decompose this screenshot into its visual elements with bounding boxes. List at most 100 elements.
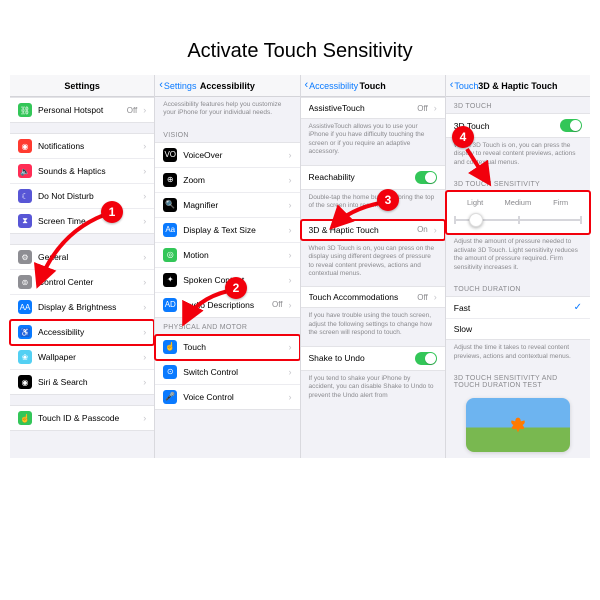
row-assistivetouch[interactable]: AssistiveTouchOff› bbox=[301, 98, 445, 118]
row-label: Wallpaper bbox=[38, 352, 137, 362]
panel-touch: ‹Accessibility Touch AssistiveTouchOff› … bbox=[300, 75, 445, 458]
row-label: Do Not Disturb bbox=[38, 191, 137, 201]
row-siri-search[interactable]: ◉Siri & Search› bbox=[10, 370, 154, 394]
check-icon: ✓ bbox=[574, 302, 582, 313]
row-display-brightness[interactable]: AADisplay & Brightness› bbox=[10, 295, 154, 320]
row-wallpaper[interactable]: ❀Wallpaper› bbox=[10, 345, 154, 370]
section-sensitivity: 3D TOUCH SENSITIVITY bbox=[446, 175, 590, 191]
row-voiceover[interactable]: VOVoiceOver› bbox=[155, 143, 299, 168]
row-personal-hotspot[interactable]: ⛓Personal HotspotOff› bbox=[10, 98, 154, 122]
chevron-right-icon: › bbox=[434, 225, 437, 235]
row-label: Audio Descriptions bbox=[183, 300, 266, 310]
chevron-right-icon: › bbox=[289, 342, 292, 352]
row-do-not-disturb[interactable]: ☾Do Not Disturb› bbox=[10, 184, 154, 209]
row-display-text-size[interactable]: AaDisplay & Text Size› bbox=[155, 218, 299, 243]
row-touch-id-passcode[interactable]: ☝Touch ID & Passcode› bbox=[10, 406, 154, 430]
row-value: Off bbox=[127, 106, 138, 115]
toggle-shake[interactable] bbox=[415, 352, 437, 365]
row-duration-slow[interactable]: Slow bbox=[446, 319, 590, 339]
row-reachability[interactable]: Reachability bbox=[301, 166, 445, 189]
app-icon: ⊚ bbox=[18, 275, 32, 289]
chevron-right-icon: › bbox=[143, 166, 146, 176]
app-icon: ☝ bbox=[163, 340, 177, 354]
chevron-right-icon: › bbox=[434, 292, 437, 302]
row-notifications[interactable]: ◉Notifications› bbox=[10, 134, 154, 159]
sensitivity-slider[interactable] bbox=[454, 213, 582, 227]
chevron-right-icon: › bbox=[289, 300, 292, 310]
row-label: Sounds & Haptics bbox=[38, 166, 137, 176]
back-to-settings[interactable]: ‹Settings bbox=[159, 80, 196, 91]
row-label: General bbox=[38, 252, 137, 262]
row-shake-to-undo[interactable]: Shake to Undo bbox=[301, 347, 445, 370]
row-label: VoiceOver bbox=[183, 150, 282, 160]
app-icon: ◉ bbox=[18, 139, 32, 153]
row-label: Display & Text Size bbox=[183, 225, 282, 235]
chevron-left-icon: ‹ bbox=[305, 80, 309, 91]
accessibility-lead: Accessibility features help you customiz… bbox=[155, 97, 299, 126]
app-icon: ◉ bbox=[18, 375, 32, 389]
row-label: Accessibility bbox=[38, 327, 137, 337]
row-sounds-haptics[interactable]: 🔈 Sounds & Haptics › bbox=[10, 159, 154, 184]
row-zoom[interactable]: ⊕Zoom› bbox=[155, 168, 299, 193]
section-motor: PHYSICAL AND MOTOR bbox=[155, 318, 299, 334]
row-accessibility[interactable]: ♿Accessibility› bbox=[10, 320, 154, 345]
accommodations-desc: If you have trouble using the touch scre… bbox=[301, 308, 445, 345]
toggle-reachability[interactable] bbox=[415, 171, 437, 184]
row-motion[interactable]: ◎Motion› bbox=[155, 243, 299, 268]
row-audio-descriptions[interactable]: ADAudio DescriptionsOff› bbox=[155, 293, 299, 317]
row-3d-haptic-touch[interactable]: 3D & Haptic TouchOn› bbox=[301, 220, 445, 240]
section-test: 3D TOUCH SENSITIVITY AND TOUCH DURATION … bbox=[446, 369, 590, 392]
row-control-center[interactable]: ⊚ Control Center › bbox=[10, 270, 154, 295]
app-icon: ☾ bbox=[18, 189, 32, 203]
app-icon: 🎤 bbox=[163, 390, 177, 404]
row-screen-time[interactable]: ⧗Screen Time› bbox=[10, 209, 154, 233]
chevron-right-icon: › bbox=[143, 302, 146, 312]
row-label: Control Center bbox=[38, 277, 137, 287]
row-switch-control[interactable]: ⊙ Switch Control › bbox=[155, 360, 299, 385]
row-label: Switch Control bbox=[183, 367, 282, 377]
chevron-left-icon: ‹ bbox=[450, 80, 454, 91]
row-touch[interactable]: ☝ Touch › bbox=[155, 335, 299, 360]
app-icon: ◎ bbox=[163, 248, 177, 262]
chevron-right-icon: › bbox=[289, 367, 292, 377]
back-to-touch[interactable]: ‹Touch bbox=[450, 80, 479, 91]
3d-haptic-desc: When 3D Touch is on, you can press on th… bbox=[301, 241, 445, 287]
row-label: Magnifier bbox=[183, 200, 282, 210]
panels-stage: Settings ⛓Personal HotspotOff›◉Notificat… bbox=[0, 75, 600, 458]
panel-settings: Settings ⛓Personal HotspotOff›◉Notificat… bbox=[10, 75, 154, 458]
test-image[interactable] bbox=[466, 398, 570, 452]
section-vision: VISION bbox=[155, 126, 299, 142]
chevron-right-icon: › bbox=[434, 103, 437, 113]
header-settings: Settings bbox=[10, 75, 154, 97]
slider-knob[interactable] bbox=[469, 213, 483, 227]
row-duration-fast[interactable]: Fast✓ bbox=[446, 297, 590, 319]
chevron-right-icon: › bbox=[143, 252, 146, 262]
flower-icon bbox=[507, 414, 529, 436]
chevron-right-icon: › bbox=[289, 200, 292, 210]
toggle-3d-touch[interactable] bbox=[560, 119, 582, 132]
annotation-badge-4: 4 bbox=[452, 126, 474, 148]
back-to-accessibility[interactable]: ‹Accessibility bbox=[305, 80, 359, 91]
app-icon: ✦ bbox=[163, 273, 177, 287]
sensitivity-control: Light Medium Firm bbox=[446, 191, 590, 234]
app-icon: ⊙ bbox=[163, 365, 177, 379]
chevron-right-icon: › bbox=[143, 141, 146, 151]
app-icon: ⛓ bbox=[18, 103, 32, 117]
app-icon: ⧗ bbox=[18, 214, 32, 228]
chevron-right-icon: › bbox=[143, 377, 146, 387]
sensitivity-desc: Adjust the amount of pressure needed to … bbox=[446, 234, 590, 280]
row-general[interactable]: ⚙General› bbox=[10, 245, 154, 270]
app-icon: 🔈 bbox=[18, 164, 32, 178]
row-voice-control[interactable]: 🎤Voice Control› bbox=[155, 385, 299, 409]
app-icon: ❀ bbox=[18, 350, 32, 364]
app-icon: VO bbox=[163, 148, 177, 162]
row-touch-accommodations[interactable]: Touch AccommodationsOff› bbox=[301, 287, 445, 307]
app-icon: Aa bbox=[163, 223, 177, 237]
row-magnifier[interactable]: 🔍Magnifier› bbox=[155, 193, 299, 218]
row-label: Personal Hotspot bbox=[38, 105, 121, 115]
row-label: Touch bbox=[183, 342, 282, 352]
chevron-right-icon: › bbox=[143, 327, 146, 337]
chevron-left-icon: ‹ bbox=[159, 80, 163, 91]
chevron-right-icon: › bbox=[143, 277, 146, 287]
section-duration: TOUCH DURATION bbox=[446, 280, 590, 296]
